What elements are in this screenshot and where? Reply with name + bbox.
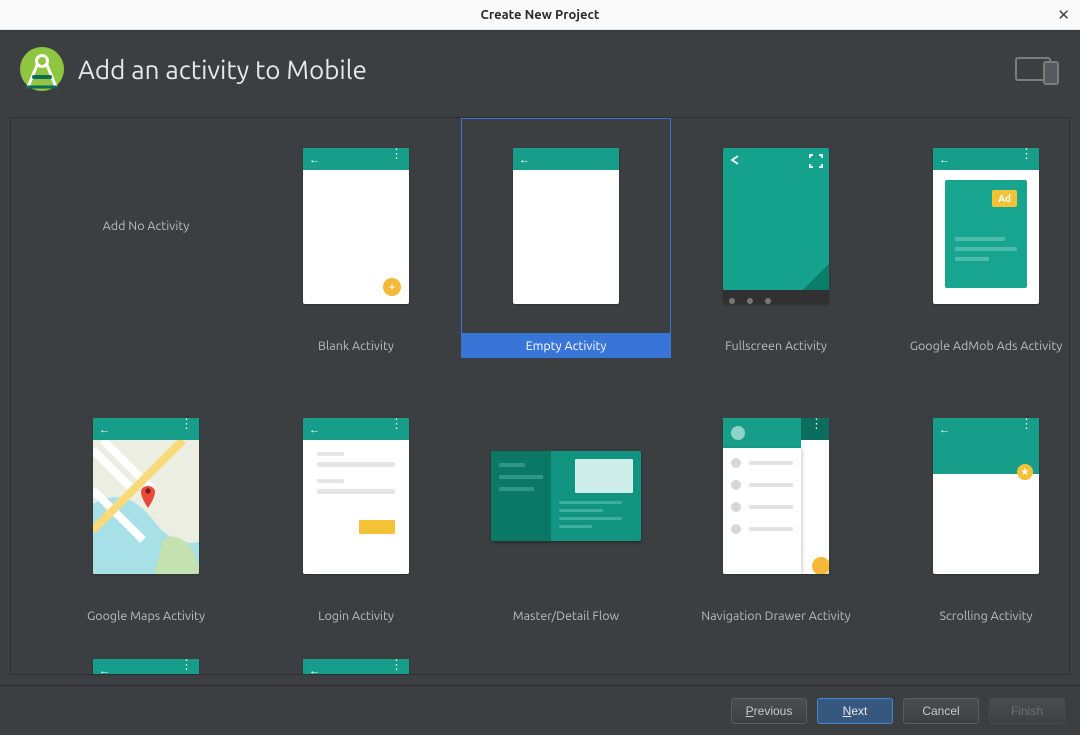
next-button[interactable]: Next	[817, 698, 893, 724]
template-gallery-scroll[interactable]: Add No Activity ←⋮ + Blank Activity	[11, 118, 1069, 674]
thumb-graphic: ← ⋮ ★	[933, 418, 1039, 574]
overflow-menu-icon: ⋮	[810, 422, 823, 427]
back-arrow-icon	[729, 154, 741, 166]
template-google-maps-activity[interactable]: ←⋮	[41, 388, 251, 628]
close-icon[interactable]: ✕	[1057, 6, 1070, 24]
template-admob-activity[interactable]: ← ⋮ Ad Google AdMob Ads Activity	[881, 118, 1069, 358]
window-title: Create New Project	[481, 8, 600, 22]
template-caption: Scrolling Activity	[881, 604, 1069, 628]
overflow-menu-icon: ⋮	[1020, 152, 1033, 157]
thumb-graphic	[723, 148, 829, 304]
template-caption: Navigation Drawer Activity	[671, 604, 881, 628]
overflow-menu-icon: ⋮	[180, 663, 193, 668]
thumb-graphic	[491, 451, 641, 541]
template-caption: Google AdMob Ads Activity	[881, 334, 1069, 358]
template-navigation-drawer-activity[interactable]: ⋮	[671, 388, 881, 628]
template-empty-activity[interactable]: ← Empty Activity	[461, 118, 671, 358]
wizard-header: Add an activity to Mobile	[0, 30, 1080, 117]
back-arrow-icon: ←	[309, 424, 320, 436]
template-thumb: ←⋮	[251, 658, 461, 674]
wizard-footer: Previous Next Cancel Finish	[0, 685, 1080, 735]
back-arrow-icon: ←	[519, 154, 530, 166]
thumb-graphic: ← ⋮ Ad	[933, 148, 1039, 304]
finish-button[interactable]: Finish	[989, 698, 1065, 724]
back-arrow-icon: ←	[939, 424, 950, 436]
template-thumb: ←⋮	[41, 388, 251, 604]
thumb-graphic: ←⋮	[93, 418, 199, 574]
template-master-detail-flow[interactable]: Master/Detail Flow	[461, 388, 671, 628]
wizard-window: Create New Project ✕ Add an activity to …	[0, 0, 1080, 735]
fab-icon: +	[383, 278, 401, 296]
fab-icon	[812, 557, 829, 574]
template-login-activity[interactable]: ←⋮ Login Activity	[251, 388, 461, 628]
template-caption: Blank Activity	[251, 334, 461, 358]
template-label: Add No Activity	[103, 219, 190, 233]
titlebar: Create New Project ✕	[0, 0, 1080, 30]
star-fab-icon: ★	[1017, 464, 1033, 480]
previous-button[interactable]: Previous	[731, 698, 807, 724]
template-thumb: ⋮	[671, 388, 881, 604]
thumb-graphic: ←⋮	[303, 418, 409, 574]
expand-fullscreen-icon	[809, 154, 823, 168]
template-thumb: ←⋮	[251, 388, 461, 604]
template-partial-2[interactable]: ←⋮	[251, 658, 461, 674]
template-scrolling-activity[interactable]: ← ⋮ ★ Scrolling Activity	[881, 388, 1069, 628]
template-fullscreen-activity[interactable]: Fullscreen Activity	[671, 118, 881, 358]
thumb-graphic: ←⋮	[93, 659, 199, 674]
thumb-graphic: ←⋮	[303, 659, 409, 674]
ad-badge: Ad	[992, 190, 1017, 207]
template-caption: Login Activity	[251, 604, 461, 628]
template-thumb: ← ⋮ ★	[881, 388, 1069, 604]
template-thumb	[671, 118, 881, 334]
template-thumb	[461, 388, 671, 604]
overflow-menu-icon: ⋮	[390, 152, 403, 157]
thumb-graphic: ⋮	[723, 418, 829, 574]
template-add-no-activity[interactable]: Add No Activity	[41, 118, 251, 358]
template-thumb: ← ⋮ +	[251, 118, 461, 334]
back-arrow-icon: ←	[309, 154, 320, 166]
overflow-menu-icon: ⋮	[390, 663, 403, 668]
template-thumb: ←	[461, 118, 671, 334]
overflow-menu-icon: ⋮	[180, 422, 193, 427]
content-area: Add an activity to Mobile Add No Activit…	[0, 30, 1080, 735]
template-blank-activity[interactable]: ← ⋮ + Blank Activity	[251, 118, 461, 358]
overflow-menu-icon: ⋮	[390, 422, 403, 427]
template-caption	[41, 334, 251, 358]
template-thumb: ←⋮	[41, 658, 251, 674]
thumb-graphic: ←	[513, 148, 619, 304]
template-caption: Google Maps Activity	[41, 604, 251, 628]
template-thumb-none: Add No Activity	[41, 118, 251, 334]
template-thumb: ← ⋮ Ad	[881, 118, 1069, 334]
template-grid: Add No Activity ←⋮ + Blank Activity	[11, 118, 1069, 674]
cancel-button[interactable]: Cancel	[903, 698, 979, 724]
page-title: Add an activity to Mobile	[78, 55, 367, 84]
template-partial-1[interactable]: ←⋮	[41, 658, 251, 674]
template-caption: Master/Detail Flow	[461, 604, 671, 628]
back-arrow-icon: ←	[939, 154, 950, 166]
back-arrow-icon: ←	[309, 665, 320, 674]
template-caption: Empty Activity	[461, 334, 671, 358]
thumb-graphic: ← ⋮ +	[303, 148, 409, 304]
map-icon	[93, 440, 199, 574]
back-arrow-icon: ←	[99, 665, 110, 674]
device-form-factor-icon	[1014, 54, 1062, 86]
overflow-menu-icon: ⋮	[1020, 422, 1033, 427]
template-caption: Fullscreen Activity	[671, 334, 881, 358]
back-arrow-icon: ←	[99, 424, 110, 436]
android-studio-logo-icon	[18, 45, 66, 93]
template-gallery-panel: Add No Activity ←⋮ + Blank Activity	[10, 117, 1070, 675]
